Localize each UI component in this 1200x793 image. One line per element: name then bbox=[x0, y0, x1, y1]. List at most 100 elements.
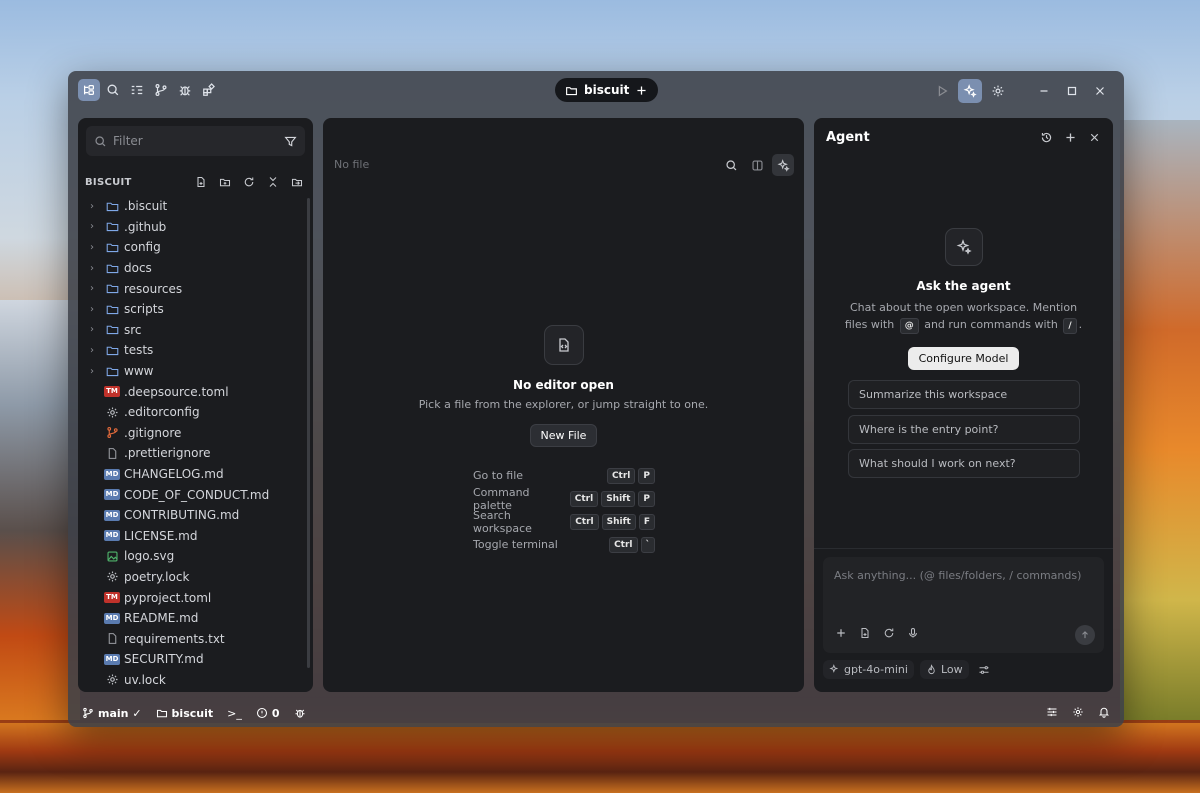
add-file-icon[interactable] bbox=[859, 624, 871, 643]
chevron-right-icon: › bbox=[90, 241, 94, 253]
folder-item[interactable]: › tests bbox=[78, 340, 306, 361]
folder-item[interactable]: › scripts bbox=[78, 299, 306, 320]
outline-icon[interactable] bbox=[126, 79, 148, 101]
status-settings-icon[interactable] bbox=[1072, 706, 1084, 721]
new-chat-icon[interactable] bbox=[1063, 131, 1077, 145]
agent-icon[interactable] bbox=[958, 79, 982, 103]
suggestion-entry-point[interactable]: Where is the entry point? bbox=[848, 415, 1080, 444]
empty-title: No editor open bbox=[513, 378, 614, 392]
shortcut-key: Ctrl bbox=[569, 490, 599, 507]
problems-indicator[interactable]: 0 bbox=[256, 707, 280, 720]
workspace-tab[interactable]: biscuit bbox=[555, 78, 659, 102]
file-item[interactable]: .prettierignore bbox=[78, 443, 306, 464]
file-item[interactable]: MD CONTRIBUTING.md bbox=[78, 505, 306, 526]
shortcut-label: Go to file bbox=[473, 469, 524, 482]
folder-item[interactable]: › config bbox=[78, 237, 306, 258]
md-file-icon: MD bbox=[104, 530, 120, 542]
new-folder-icon[interactable] bbox=[216, 173, 234, 191]
effort-selector[interactable]: Low bbox=[919, 660, 969, 679]
effort-level: Low bbox=[940, 663, 963, 676]
sliders-icon[interactable] bbox=[1046, 706, 1058, 721]
branch-name: main ✓ bbox=[98, 706, 142, 720]
file-item[interactable]: requirements.txt bbox=[78, 628, 306, 649]
shortcut-key: Shift bbox=[601, 490, 636, 507]
close-agent-icon[interactable] bbox=[1087, 131, 1101, 145]
terminal-toggle[interactable]: >_ bbox=[227, 707, 242, 720]
shortcut-list: Go to file Ctrl P Command palette Ctrl Shift P… bbox=[473, 464, 655, 556]
settings-icon[interactable] bbox=[986, 79, 1010, 103]
run-icon[interactable] bbox=[930, 79, 954, 103]
agent-desc-part2: and run commands with bbox=[924, 318, 1058, 331]
agent-options-icon[interactable] bbox=[975, 661, 993, 679]
chevron-right-icon: › bbox=[90, 324, 94, 336]
folder-item[interactable]: › resources bbox=[78, 278, 306, 299]
send-icon[interactable] bbox=[1075, 625, 1095, 645]
file-item[interactable]: MD README.md bbox=[78, 608, 306, 629]
chevron-right-icon: › bbox=[90, 283, 94, 295]
md-file-icon: MD bbox=[104, 509, 120, 521]
folder-item[interactable]: › src bbox=[78, 320, 306, 341]
agent-title: Agent bbox=[826, 130, 870, 145]
folder-open-icon[interactable] bbox=[288, 173, 306, 191]
debug-icon[interactable] bbox=[174, 79, 196, 101]
filter-input[interactable]: Filter bbox=[86, 126, 305, 156]
file-item[interactable]: MD CODE_OF_CONDUCT.md bbox=[78, 484, 306, 505]
folder-icon bbox=[105, 220, 119, 234]
microphone-icon[interactable] bbox=[907, 624, 919, 643]
shortcut-key: Ctrl bbox=[609, 536, 638, 553]
maximize-icon[interactable] bbox=[1060, 79, 1084, 103]
editor-search-icon[interactable] bbox=[720, 154, 742, 176]
collapse-all-icon[interactable] bbox=[264, 173, 282, 191]
folder-item[interactable]: › www bbox=[78, 361, 306, 382]
debug-status-icon[interactable] bbox=[294, 707, 306, 719]
folder-item[interactable]: › .biscuit bbox=[78, 196, 306, 217]
minimize-icon[interactable] bbox=[1032, 79, 1056, 103]
folder-icon bbox=[105, 261, 119, 275]
agent-input[interactable]: Ask anything... (@ files/folders, / comm… bbox=[823, 557, 1104, 653]
folder-item[interactable]: › docs bbox=[78, 258, 306, 279]
file-item[interactable]: TM pyproject.toml bbox=[78, 587, 306, 608]
close-icon[interactable] bbox=[1088, 79, 1112, 103]
new-file-icon[interactable] bbox=[192, 173, 210, 191]
git-file-icon bbox=[105, 426, 119, 440]
source-control-icon[interactable] bbox=[150, 79, 172, 101]
folder-name: resources bbox=[124, 281, 183, 296]
chevron-right-icon: › bbox=[90, 365, 94, 377]
folder-item[interactable]: › .github bbox=[78, 217, 306, 238]
editor-agent-icon[interactable] bbox=[772, 154, 794, 176]
suggestion-next-work[interactable]: What should I work on next? bbox=[848, 449, 1080, 478]
attach-icon[interactable] bbox=[835, 624, 847, 643]
file-item[interactable]: poetry.lock bbox=[78, 567, 306, 588]
shortcut-label: Search workspace bbox=[473, 508, 532, 535]
search-icon[interactable] bbox=[102, 79, 124, 101]
file-item[interactable]: logo.svg bbox=[78, 546, 306, 567]
file-file-icon bbox=[105, 446, 119, 460]
explorer-icon[interactable] bbox=[78, 79, 100, 101]
new-file-button[interactable]: New File bbox=[529, 424, 598, 447]
file-item[interactable]: MD CHANGELOG.md bbox=[78, 464, 306, 485]
model-selector[interactable]: gpt-4o-mini bbox=[823, 660, 914, 679]
problems-count: 0 bbox=[271, 706, 280, 720]
refresh-icon[interactable] bbox=[240, 173, 258, 191]
history-icon[interactable] bbox=[1039, 131, 1053, 145]
file-item[interactable]: .editorconfig bbox=[78, 402, 306, 423]
file-item[interactable]: .gitignore bbox=[78, 423, 306, 444]
file-item[interactable]: MD LICENSE.md bbox=[78, 526, 306, 547]
sync-icon[interactable] bbox=[883, 624, 895, 643]
split-editor-icon[interactable] bbox=[746, 154, 768, 176]
bell-icon[interactable] bbox=[1098, 706, 1110, 721]
suggestion-summarize[interactable]: Summarize this workspace bbox=[848, 380, 1080, 409]
tm-file-icon: TM bbox=[104, 592, 120, 604]
file-item[interactable]: uv.lock bbox=[78, 670, 306, 691]
extensions-icon[interactable] bbox=[198, 79, 220, 101]
file-item[interactable]: TM .deepsource.toml bbox=[78, 381, 306, 402]
file-name: CHANGELOG.md bbox=[124, 467, 224, 482]
branch-indicator[interactable]: main ✓ bbox=[82, 707, 142, 720]
workspace-indicator[interactable]: biscuit bbox=[156, 707, 213, 720]
file-name: logo.svg bbox=[124, 549, 175, 564]
configure-model-button[interactable]: Configure Model bbox=[907, 347, 1020, 370]
explorer-scrollbar[interactable] bbox=[307, 198, 310, 668]
add-icon[interactable] bbox=[635, 84, 648, 97]
funnel-icon[interactable] bbox=[284, 135, 297, 148]
file-item[interactable]: MD SECURITY.md bbox=[78, 649, 306, 670]
